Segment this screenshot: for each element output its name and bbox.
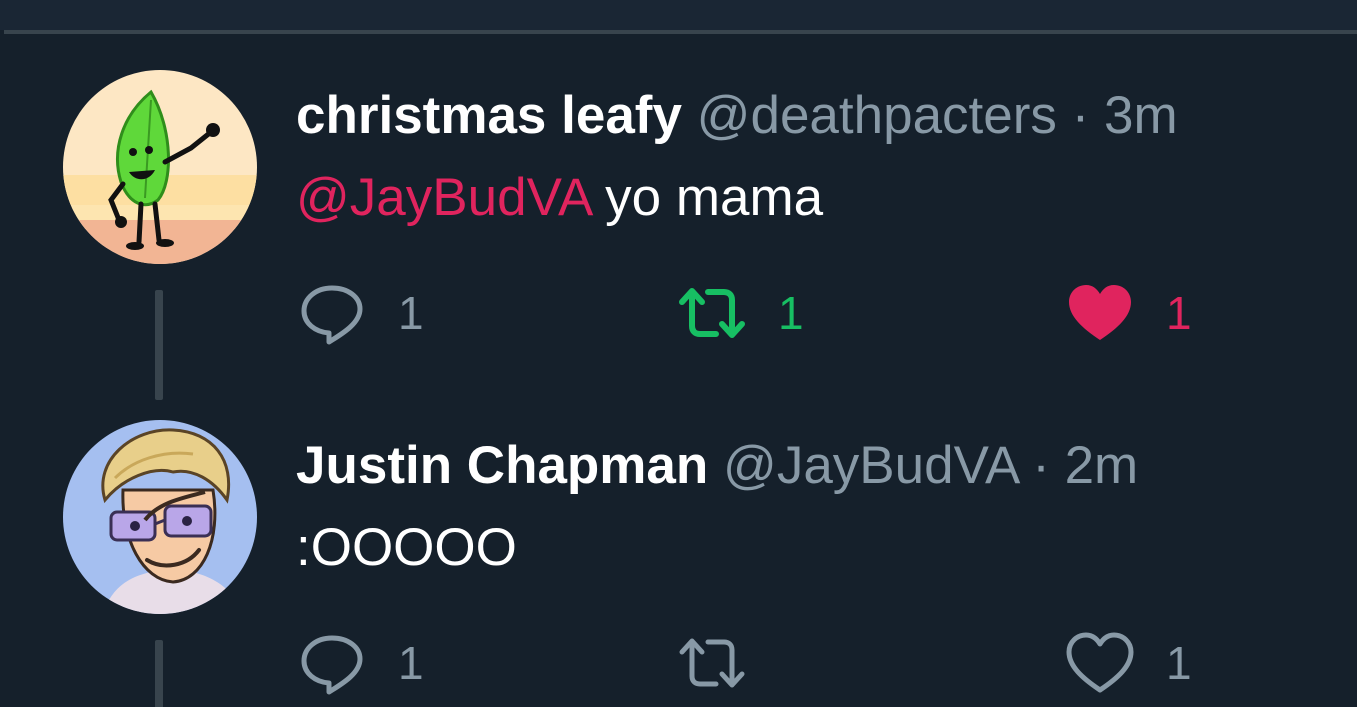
reply-icon [301, 635, 363, 695]
divider [4, 30, 1357, 34]
mention-link[interactable]: @JayBudVA [296, 168, 590, 227]
leaf-character-avatar [63, 70, 257, 264]
like-count: 1 [1166, 287, 1192, 339]
display-name[interactable]: Justin Chapman [296, 436, 708, 495]
tweet-text-content: yo mama [590, 168, 824, 227]
handle[interactable]: @JayBudVA [723, 436, 1017, 495]
thread-line [155, 640, 163, 707]
timeline: christmas leafy @deathpacters · 3m @JayB… [0, 0, 1357, 707]
like-button[interactable]: 1 [1064, 278, 1192, 348]
retweet-icon [679, 638, 745, 688]
timestamp[interactable]: 2m [1065, 436, 1139, 495]
avatar[interactable] [63, 70, 257, 264]
tweet-text-content: :OOOOO [296, 518, 517, 577]
tweet-header: christmas leafy @deathpacters · 3m [296, 86, 1178, 146]
like-count: 1 [1166, 637, 1192, 689]
separator: · [1071, 86, 1090, 145]
avatar[interactable] [63, 420, 257, 614]
display-name[interactable]: christmas leafy [296, 86, 682, 145]
reply-button[interactable]: 1 [296, 628, 424, 698]
retweet-icon [679, 288, 745, 338]
heart-filled-icon [1069, 285, 1131, 340]
reply-count: 1 [398, 637, 424, 689]
tweet[interactable]: christmas leafy @deathpacters · 3m @JayB… [0, 70, 1357, 400]
thread-line [155, 290, 163, 400]
reply-count: 1 [398, 287, 424, 339]
like-button[interactable]: 1 [1064, 628, 1192, 698]
handle[interactable]: @deathpacters [697, 86, 1057, 145]
retweet-button[interactable]: 1 [676, 278, 804, 348]
action-bar: 1 1 1 [296, 278, 1296, 348]
timestamp[interactable]: 3m [1104, 86, 1178, 145]
action-bar: 1 1 [296, 628, 1296, 698]
tweet-text: :OOOOO [296, 518, 517, 578]
reply-button[interactable]: 1 [296, 278, 424, 348]
retweet-button[interactable] [676, 628, 778, 698]
separator: · [1032, 436, 1050, 495]
cartoon-man-avatar [63, 420, 257, 614]
reply-icon [301, 285, 363, 345]
heart-outline-icon [1066, 632, 1134, 693]
tweet-header: Justin Chapman @JayBudVA · 2m [296, 436, 1138, 496]
tweet[interactable]: Justin Chapman @JayBudVA · 2m :OOOOO 1 1 [0, 420, 1357, 707]
retweet-count: 1 [778, 287, 804, 339]
tweet-text: @JayBudVA yo mama [296, 168, 823, 228]
previous-tweet-edge [0, 0, 1357, 30]
